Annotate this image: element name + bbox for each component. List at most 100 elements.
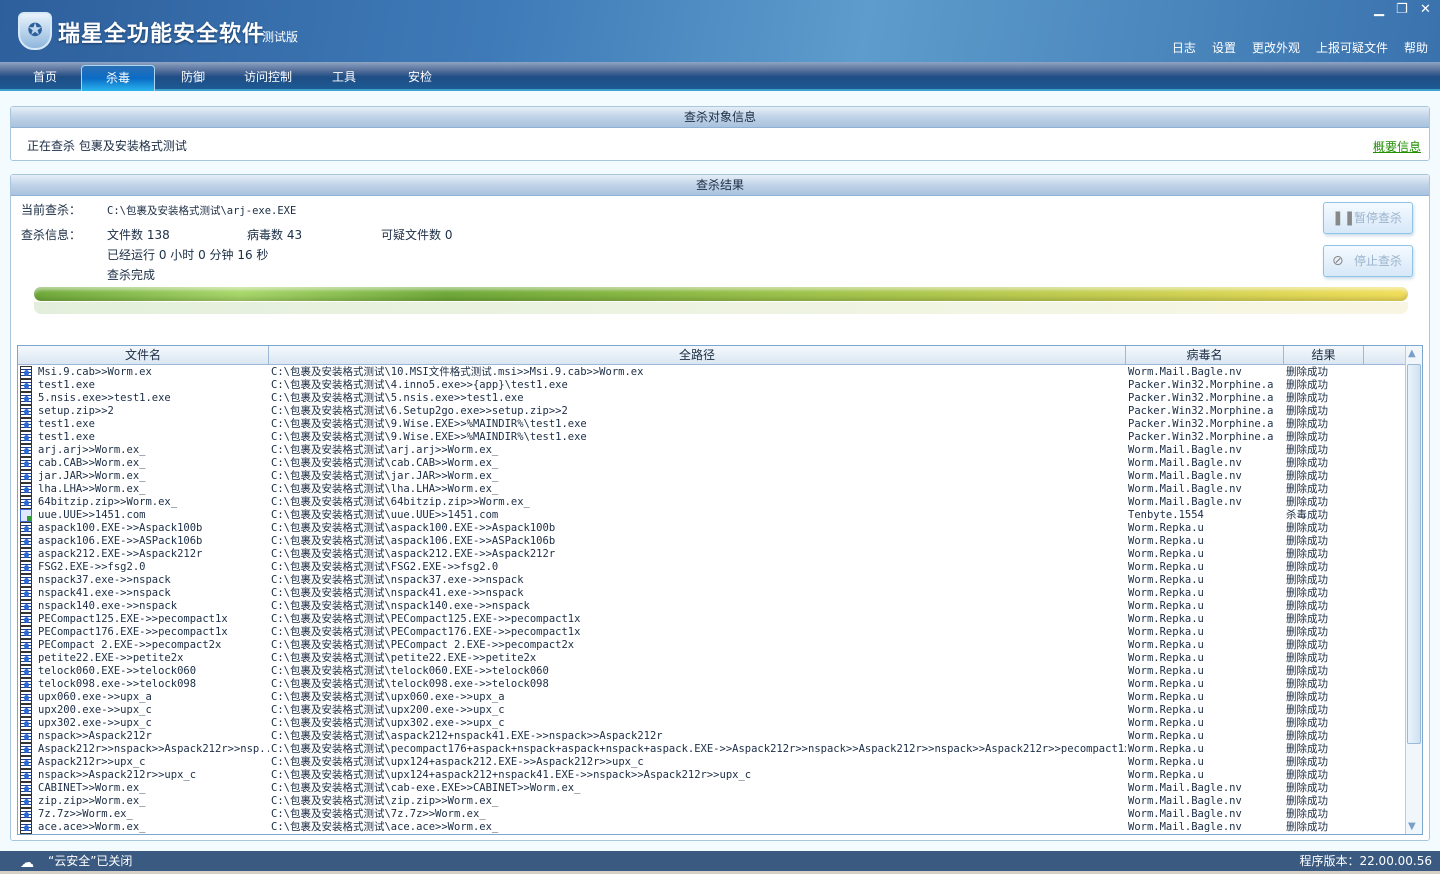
cell-result: 删除成功 [1286, 704, 1328, 716]
menu-help[interactable]: 帮助 [1404, 39, 1428, 56]
cell-result: 删除成功 [1286, 548, 1328, 560]
tab-defense[interactable]: 防御 [156, 65, 230, 91]
table-row[interactable]: zip.zip>>Worm.ex_ C:\包裹及安装格式测试\zip.zip>>W… [18, 795, 1406, 808]
table-row[interactable]: FSG2.EXE->>fsg2.0 C:\包裹及安装格式测试\FSG2.EXE->… [18, 561, 1406, 574]
filename-text: CABINET>>Worm.ex_ [38, 782, 146, 794]
table-row[interactable]: upx060.exe->>upx_a C:\包裹及安装格式测试\upx060.ex… [18, 691, 1406, 704]
table-row[interactable]: uue.UUE>>1451.com C:\包裹及安装格式测试\uue.UUE>>1… [18, 509, 1406, 522]
table-row[interactable]: upx200.exe->>upx_c C:\包裹及安装格式测试\upx200.ex… [18, 704, 1406, 717]
table-row[interactable]: PECompact 2.EXE->>pecompact2x C:\包裹及安装格式测… [18, 639, 1406, 652]
cell-filename: lha.LHA>>Worm.ex_ [18, 483, 269, 496]
scroll-thumb[interactable] [1407, 364, 1421, 744]
stop-icon: ⊘ [1332, 253, 1344, 269]
filename-text: ace.ace>>Worm.ex_ [38, 821, 146, 833]
cell-virus: Packer.Win32.Morphine.a [1128, 418, 1274, 430]
cell-path: C:\包裹及安装格式测试\arj.arj>>Worm.ex_ [271, 444, 499, 456]
column-filename[interactable]: 文件名 [18, 346, 269, 364]
table-row[interactable]: Aspack212r>>upx_c C:\包裹及安装格式测试\upx124+asp… [18, 756, 1406, 769]
vertical-scrollbar[interactable]: ▲ ▼ [1405, 346, 1422, 834]
table-row[interactable]: aspack100.EXE->>Aspack100b C:\包裹及安装格式测试\a… [18, 522, 1406, 535]
table-row[interactable]: nspack>>Aspack212r C:\包裹及安装格式测试\aspack212… [18, 730, 1406, 743]
table-row[interactable]: Aspack212r>>nspack>>Aspack212r>>nsp... C:… [18, 743, 1406, 756]
table-row[interactable]: PECompact125.EXE->>pecompact1x C:\包裹及安装格式… [18, 613, 1406, 626]
scan-results-table: 文件名 全路径 病毒名 结果 Msi.9.cab>>Worm.ex C:\包裹及安… [17, 345, 1423, 835]
table-row[interactable]: ace.ace>>Worm.ex_ C:\包裹及安装格式测试\ace.ace>>W… [18, 821, 1406, 834]
table-row[interactable]: jar.JAR>>Worm.ex_ C:\包裹及安装格式测试\jar.JAR>>W… [18, 470, 1406, 483]
menu-settings[interactable]: 设置 [1212, 39, 1236, 56]
menu-skin[interactable]: 更改外观 [1252, 39, 1300, 56]
table-row[interactable]: upx302.exe->>upx_c C:\包裹及安装格式测试\upx302.ex… [18, 717, 1406, 730]
menu-report-suspicious[interactable]: 上报可疑文件 [1316, 39, 1388, 56]
table-row[interactable]: arj.arj>>Worm.ex_ C:\包裹及安装格式测试\arj.arj>>W… [18, 444, 1406, 457]
table-row[interactable]: petite22.EXE->>petite2x C:\包裹及安装格式测试\peti… [18, 652, 1406, 665]
scroll-up-icon[interactable]: ▲ [1408, 348, 1416, 359]
restore-button[interactable]: ❐ [1396, 2, 1408, 17]
table-row[interactable]: telock060.EXE->>telock060 C:\包裹及安装格式测试\te… [18, 665, 1406, 678]
table-row[interactable]: Msi.9.cab>>Worm.ex C:\包裹及安装格式测试\10.MSI文件格… [18, 366, 1406, 379]
minimize-button[interactable]: ▁ [1374, 2, 1384, 17]
summary-link[interactable]: 概要信息 [1373, 138, 1421, 155]
scroll-down-icon[interactable]: ▼ [1408, 821, 1416, 832]
filename-text: aspack106.EXE->>ASPack106b [38, 535, 203, 547]
table-row[interactable]: telock098.exe->>telock098 C:\包裹及安装格式测试\te… [18, 678, 1406, 691]
cell-virus: Worm.Mail.Bagle.nv [1128, 782, 1242, 794]
table-row[interactable]: 64bitzip.zip>>Worm.ex_ C:\包裹及安装格式测试\64bit… [18, 496, 1406, 509]
cell-filename: nspack>>Aspack212r>>upx_c [18, 769, 269, 782]
cloud-security-status[interactable]: “云安全”已关闭 [48, 851, 132, 871]
table-row[interactable]: cab.CAB>>Worm.ex_ C:\包裹及安装格式测试\cab.CAB>>W… [18, 457, 1406, 470]
table-row[interactable]: test1.exe C:\包裹及安装格式测试\9.Wise.EXE>>%MAIND… [18, 431, 1406, 444]
virus-file-icon [20, 366, 32, 379]
table-row[interactable]: aspack106.EXE->>ASPack106b C:\包裹及安装格式测试\a… [18, 535, 1406, 548]
filename-text: nspack>>Aspack212r>>upx_c [38, 769, 197, 781]
close-button[interactable]: ✕ [1420, 2, 1431, 17]
virus-file-icon [20, 639, 32, 652]
pause-scan-button[interactable]: ❚❚ 暂停查杀 [1323, 202, 1413, 234]
table-row[interactable]: 7z.7z>>Worm.ex_ C:\包裹及安装格式测试\7z.7z>>Worm.… [18, 808, 1406, 821]
cell-result: 删除成功 [1286, 444, 1328, 456]
column-result[interactable]: 结果 [1284, 346, 1364, 364]
column-virus[interactable]: 病毒名 [1126, 346, 1284, 364]
menu-log[interactable]: 日志 [1172, 39, 1196, 56]
stop-scan-button[interactable]: ⊘ 停止查杀 [1323, 245, 1413, 277]
table-row[interactable]: nspack37.exe->>nspack C:\包裹及安装格式测试\nspack… [18, 574, 1406, 587]
virus-file-icon [20, 730, 32, 743]
table-row[interactable]: test1.exe C:\包裹及安装格式测试\9.Wise.EXE>>%MAIND… [18, 418, 1406, 431]
tab-scan[interactable]: 杀毒 [81, 65, 155, 91]
cell-filename: nspack37.exe->>nspack [18, 574, 269, 587]
cell-result: 删除成功 [1286, 405, 1328, 417]
filename-text: test1.exe [38, 418, 95, 430]
cell-virus: Worm.Mail.Bagle.nv [1128, 457, 1242, 469]
filename-text: nspack>>Aspack212r [38, 730, 152, 742]
column-path[interactable]: 全路径 [269, 346, 1126, 364]
table-row[interactable]: nspack140.exe->>nspack C:\包裹及安装格式测试\nspac… [18, 600, 1406, 613]
virus-file-icon [20, 379, 32, 392]
table-row[interactable]: nspack>>Aspack212r>>upx_c C:\包裹及安装格式测试\up… [18, 769, 1406, 782]
cell-virus: Worm.Repka.u [1128, 756, 1204, 768]
filename-text: upx060.exe->>upx_a [38, 691, 152, 703]
cell-path: C:\包裹及安装格式测试\FSG2.EXE->>fsg2.0 [271, 561, 499, 573]
pause-icon: ❚❚ [1332, 210, 1356, 226]
cell-path: C:\包裹及安装格式测试\aspack100.EXE->>Aspack100b [271, 522, 556, 534]
table-row[interactable]: nspack41.exe->>nspack C:\包裹及安装格式测试\nspack… [18, 587, 1406, 600]
tab-access-control[interactable]: 访问控制 [231, 65, 305, 91]
top-menu: 日志 设置 更改外观 上报可疑文件 帮助 [1172, 39, 1428, 56]
table-row[interactable]: aspack212.EXE->>Aspack212r C:\包裹及安装格式测试\a… [18, 548, 1406, 561]
cell-path: C:\包裹及安装格式测试\PECompact125.EXE->>pecompac… [271, 613, 581, 625]
table-row[interactable]: CABINET>>Worm.ex_ C:\包裹及安装格式测试\cab-exe.EX… [18, 782, 1406, 795]
table-row[interactable]: 5.nsis.exe>>test1.exe C:\包裹及安装格式测试\5.nsis… [18, 392, 1406, 405]
tab-tools[interactable]: 工具 [307, 65, 381, 91]
table-row[interactable]: test1.exe C:\包裹及安装格式测试\4.inno5.exe>>{app}… [18, 379, 1406, 392]
table-body: Msi.9.cab>>Worm.ex C:\包裹及安装格式测试\10.MSI文件格… [18, 366, 1406, 834]
filename-text: nspack41.exe->>nspack [38, 587, 171, 599]
scan-progress-bar [34, 287, 1408, 301]
table-row[interactable]: lha.LHA>>Worm.ex_ C:\包裹及安装格式测试\lha.LHA>>W… [18, 483, 1406, 496]
cell-result: 删除成功 [1286, 678, 1328, 690]
tab-home[interactable]: 首页 [8, 65, 82, 91]
cell-result: 删除成功 [1286, 483, 1328, 495]
filename-text: 5.nsis.exe>>test1.exe [38, 392, 171, 404]
table-row[interactable]: PECompact176.EXE->>pecompact1x C:\包裹及安装格式… [18, 626, 1406, 639]
cell-virus: Worm.Mail.Bagle.nv [1128, 821, 1242, 833]
table-row[interactable]: setup.zip>>2 C:\包裹及安装格式测试\6.Setup2go.exe>… [18, 405, 1406, 418]
cell-virus: Worm.Repka.u [1128, 574, 1204, 586]
tab-security-check[interactable]: 安检 [383, 65, 457, 91]
